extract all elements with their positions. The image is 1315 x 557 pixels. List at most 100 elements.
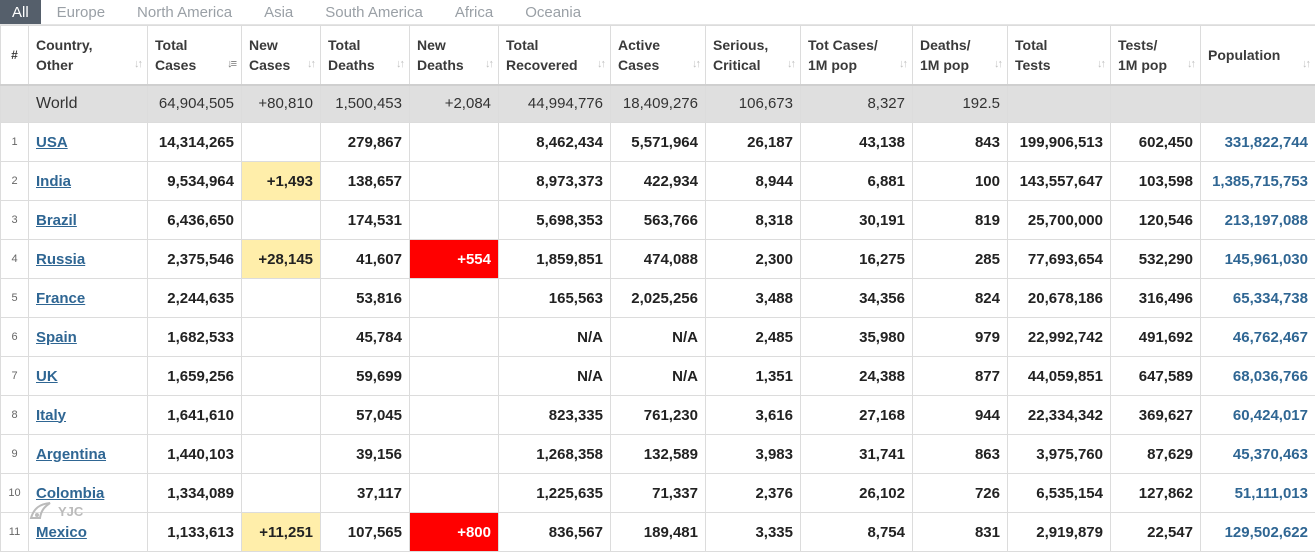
cell-total-tests: 77,693,654 bbox=[1007, 239, 1111, 279]
sort-icon[interactable]: ↓↑ bbox=[597, 54, 606, 74]
header-population[interactable]: Population ↓↑ bbox=[1200, 25, 1315, 85]
header-total-cases[interactable]: Total Cases ↓≡ bbox=[147, 25, 242, 85]
header-active-cases[interactable]: Active Cases ↓↑ bbox=[610, 25, 706, 85]
cell-tests-per-m: 22,547 bbox=[1110, 512, 1201, 552]
cell-active-cases: 132,589 bbox=[610, 434, 706, 474]
cell-total-tests: 2,919,879 bbox=[1007, 512, 1111, 552]
tab-south-america[interactable]: South America bbox=[309, 0, 439, 24]
header-new-cases[interactable]: New Cases ↓↑ bbox=[241, 25, 321, 85]
cell-deaths-per-m: 843 bbox=[912, 122, 1008, 162]
header-label: New bbox=[417, 36, 446, 53]
cell-serious: 3,983 bbox=[705, 434, 801, 474]
tab-africa[interactable]: Africa bbox=[439, 0, 509, 24]
cell-serious: 106,673 bbox=[705, 83, 801, 123]
cell-tests-per-m bbox=[1110, 83, 1201, 123]
cell-total-recovered: 5,698,353 bbox=[498, 200, 611, 240]
cell-population: 129,502,622 bbox=[1200, 512, 1315, 552]
cell-total-cases: 64,904,505 bbox=[147, 83, 242, 123]
sort-icon[interactable]: ↓↑ bbox=[1187, 54, 1196, 74]
row-index: 9 bbox=[0, 434, 29, 474]
header-label: Critical bbox=[713, 56, 761, 73]
tab-europe[interactable]: Europe bbox=[41, 0, 121, 24]
header-label: New bbox=[249, 36, 278, 53]
cell-total-recovered: 1,268,358 bbox=[498, 434, 611, 474]
cell-total-recovered: 823,335 bbox=[498, 395, 611, 435]
header-country[interactable]: Country, Other ↓↑ bbox=[28, 25, 148, 85]
sort-icon[interactable]: ↓↑ bbox=[396, 54, 405, 74]
row-index: 11 bbox=[0, 512, 29, 552]
country-cell: UK bbox=[28, 356, 148, 396]
cell-deaths-per-m: 877 bbox=[912, 356, 1008, 396]
country-link[interactable]: Spain bbox=[36, 329, 77, 346]
country-cell: Russia bbox=[28, 239, 148, 279]
country-link[interactable]: Mexico bbox=[36, 524, 87, 541]
cell-total-tests: 6,535,154 bbox=[1007, 473, 1111, 513]
sort-desc-icon[interactable]: ↓≡ bbox=[227, 54, 237, 74]
cell-new-cases bbox=[241, 317, 321, 357]
table-row: 1 USA 14,314,265 279,867 8,462,434 5,571,964 2… bbox=[0, 122, 1315, 162]
cell-total-recovered: 836,567 bbox=[498, 512, 611, 552]
country-link[interactable]: France bbox=[36, 290, 85, 307]
country-link[interactable]: Brazil bbox=[36, 212, 77, 229]
row-index: 8 bbox=[0, 395, 29, 435]
cell-deaths-per-m: 100 bbox=[912, 161, 1008, 201]
cell-total-tests: 199,906,513 bbox=[1007, 122, 1111, 162]
sort-icon[interactable]: ↓↑ bbox=[692, 54, 701, 74]
header-total-recovered[interactable]: Total Recovered ↓↑ bbox=[498, 25, 611, 85]
sort-icon[interactable]: ↓↑ bbox=[1302, 54, 1311, 74]
header-tests-per-m[interactable]: Tests/1M pop ↓↑ bbox=[1110, 25, 1201, 85]
country-link[interactable]: Colombia bbox=[36, 485, 104, 502]
country-link[interactable]: Argentina bbox=[36, 446, 106, 463]
header-serious[interactable]: Serious, Critical ↓↑ bbox=[705, 25, 801, 85]
sort-icon[interactable]: ↓↑ bbox=[1097, 54, 1106, 74]
header-label: Total bbox=[1015, 36, 1048, 53]
header-total-tests[interactable]: Total Tests ↓↑ bbox=[1007, 25, 1111, 85]
tab-all[interactable]: All bbox=[0, 0, 41, 24]
cell-new-deaths bbox=[409, 356, 499, 396]
country-cell: USA bbox=[28, 122, 148, 162]
sort-icon[interactable]: ↓↑ bbox=[787, 54, 796, 74]
cell-total-cases: 1,682,533 bbox=[147, 317, 242, 357]
cell-deaths-per-m: 979 bbox=[912, 317, 1008, 357]
row-index: 10 bbox=[0, 473, 29, 513]
header-label: Cases bbox=[155, 56, 197, 73]
header-deaths-per-m[interactable]: Deaths/1M pop ↓↑ bbox=[912, 25, 1008, 85]
tab-asia[interactable]: Asia bbox=[248, 0, 309, 24]
table-row: 4 Russia 2,375,546 +28,145 41,607 +554 1,859,8… bbox=[0, 239, 1315, 279]
cell-deaths-per-m: 819 bbox=[912, 200, 1008, 240]
cell-total-deaths: 39,156 bbox=[320, 434, 410, 474]
sort-icon[interactable]: ↓↑ bbox=[899, 54, 908, 74]
cell-new-cases: +1,493 bbox=[241, 161, 321, 201]
sort-icon[interactable]: ↓↑ bbox=[307, 54, 316, 74]
cell-new-deaths: +800 bbox=[409, 512, 499, 552]
cell-total-cases: 9,534,964 bbox=[147, 161, 242, 201]
sort-icon[interactable]: ↓↑ bbox=[134, 54, 143, 74]
cell-new-cases: +11,251 bbox=[241, 512, 321, 552]
country-link[interactable]: Italy bbox=[36, 407, 66, 424]
country-link[interactable]: USA bbox=[36, 134, 68, 151]
header-total-deaths[interactable]: Total Deaths ↓↑ bbox=[320, 25, 410, 85]
cell-total-deaths: 59,699 bbox=[320, 356, 410, 396]
cell-tests-per-m: 120,546 bbox=[1110, 200, 1201, 240]
cell-new-cases bbox=[241, 395, 321, 435]
sort-icon[interactable]: ↓↑ bbox=[485, 54, 494, 74]
country-link[interactable]: UK bbox=[36, 368, 58, 385]
sort-icon[interactable]: ↓↑ bbox=[994, 54, 1003, 74]
tab-north-america[interactable]: North America bbox=[121, 0, 248, 24]
cell-cases-per-m: 24,388 bbox=[800, 356, 913, 396]
cell-total-deaths: 37,117 bbox=[320, 473, 410, 513]
cell-tests-per-m: 647,589 bbox=[1110, 356, 1201, 396]
cell-total-tests: 22,992,742 bbox=[1007, 317, 1111, 357]
country-link[interactable]: India bbox=[36, 173, 71, 190]
row-index: 2 bbox=[0, 161, 29, 201]
cell-active-cases: 761,230 bbox=[610, 395, 706, 435]
tab-oceania[interactable]: Oceania bbox=[509, 0, 597, 24]
cell-serious: 8,944 bbox=[705, 161, 801, 201]
cell-new-cases: +28,145 bbox=[241, 239, 321, 279]
cell-active-cases: 5,571,964 bbox=[610, 122, 706, 162]
country-link[interactable]: Russia bbox=[36, 251, 85, 268]
header-cases-per-m[interactable]: Tot Cases/1M pop ↓↑ bbox=[800, 25, 913, 85]
cell-deaths-per-m: 285 bbox=[912, 239, 1008, 279]
header-new-deaths[interactable]: New Deaths ↓↑ bbox=[409, 25, 499, 85]
country-name: World bbox=[28, 83, 148, 123]
